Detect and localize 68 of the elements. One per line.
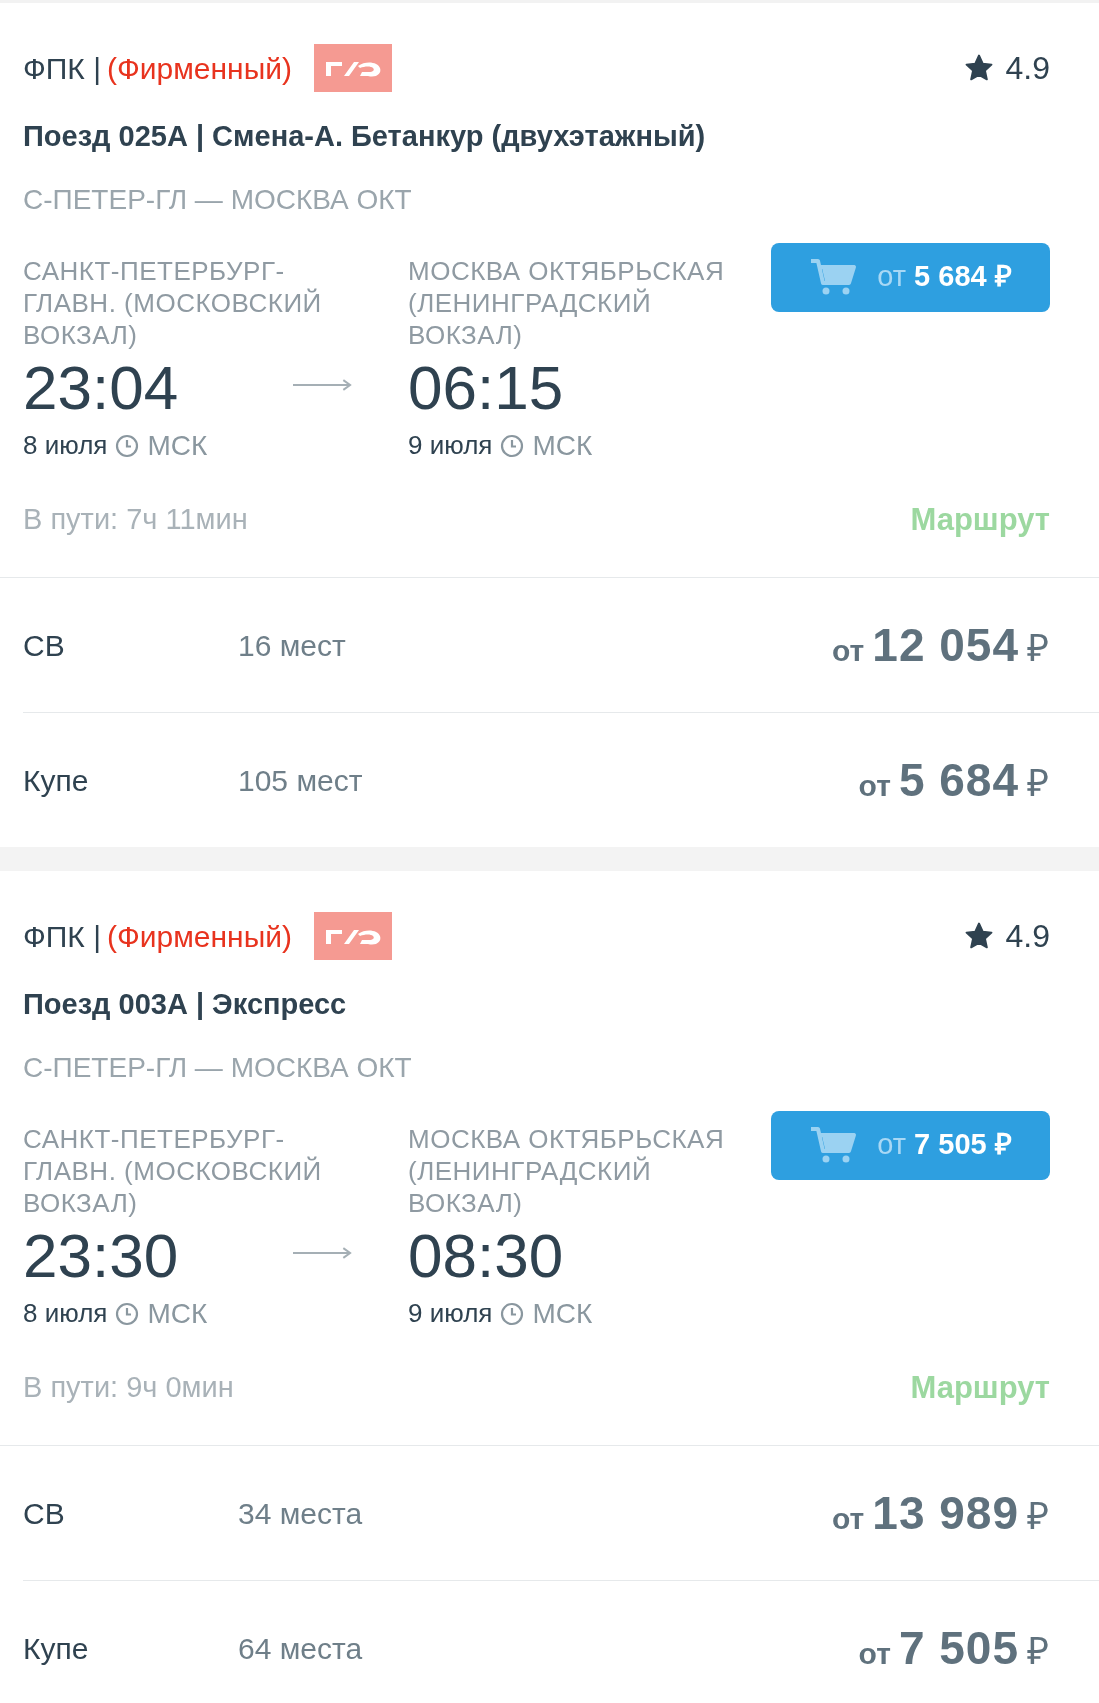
class-name: Купе	[23, 1630, 90, 1667]
rating: 4.9	[1005, 49, 1050, 88]
date: 9 июля	[408, 1297, 493, 1330]
button-price: 5 684 ₽	[914, 260, 1012, 293]
train-category: (Фирменный)	[107, 918, 292, 955]
price-prefix: от	[877, 1128, 907, 1161]
station-name: МОСКВА ОКТЯБРЬСКАЯ (ЛЕНИНГРАДСКИЙ ВОКЗАЛ)	[408, 1122, 726, 1219]
station-name: МОСКВА ОКТЯБРЬСКАЯ (ЛЕНИНГРАДСКИЙ ВОКЗАЛ)	[408, 254, 726, 351]
currency: ₽	[1027, 1493, 1049, 1539]
currency: ₽	[1027, 760, 1049, 806]
class-name: СВ	[23, 1495, 66, 1532]
carrier: ФПК |	[23, 918, 101, 955]
route-code: С-ПЕТЕР-ГЛ — МОСКВА ОКТ	[23, 182, 413, 217]
logo-icon	[314, 44, 392, 92]
time: 23:30	[23, 1222, 179, 1289]
price-prefix: от	[858, 1635, 891, 1672]
button-price: 7 505 ₽	[914, 1128, 1012, 1161]
station-name: САНКТ-ПЕТЕРБУРГ-ГЛАВН. (МОСКОВСКИЙ ВОКЗАЛ)	[23, 1122, 323, 1219]
logo-icon	[314, 912, 392, 960]
train-title: Поезд 003А | Экспресс	[23, 987, 348, 1022]
price-prefix: от	[877, 260, 907, 293]
station-name: САНКТ-ПЕТЕРБУРГ-ГЛАВН. (МОСКОВСКИЙ ВОКЗАЛ)	[23, 254, 323, 351]
class-row[interactable]: СВ 34 места от 13 989 ₽	[0, 1446, 1099, 1580]
star-icon	[963, 53, 994, 83]
cart-icon	[809, 1125, 858, 1165]
carrier: ФПК |	[23, 50, 101, 87]
time: 08:30	[408, 1222, 564, 1289]
rating: 4.9	[1005, 917, 1050, 956]
train-category: (Фирменный)	[107, 50, 292, 87]
clock-icon	[500, 1301, 525, 1326]
timezone: МСК	[147, 428, 208, 463]
class-name: Купе	[23, 762, 90, 799]
class-row[interactable]: СВ 16 мест от 12 054 ₽	[0, 578, 1099, 712]
class-price: 7 505	[898, 1620, 1019, 1676]
arrow-icon	[293, 377, 353, 392]
currency: ₽	[1027, 625, 1049, 671]
time: 06:15	[408, 354, 564, 421]
timezone: МСК	[147, 1296, 208, 1331]
train-title: Поезд 025А | Смена-А. Бетанкур (двухэтажный)	[23, 119, 707, 154]
travel-duration: В пути: 7ч 11мин	[23, 502, 248, 537]
clock-icon	[115, 1301, 140, 1326]
time: 23:04	[23, 354, 179, 421]
class-row[interactable]: Купе 105 мест от 5 684 ₽	[23, 713, 1099, 847]
timezone: МСК	[532, 1296, 593, 1331]
date: 9 июля	[408, 429, 493, 462]
seat-count: 16 мест	[238, 627, 346, 664]
route-code: С-ПЕТЕР-ГЛ — МОСКВА ОКТ	[23, 1050, 413, 1085]
class-price: 13 989	[872, 1485, 1019, 1541]
seat-count: 105 мест	[238, 762, 363, 799]
price-prefix: от	[832, 632, 865, 669]
cart-icon	[809, 257, 858, 297]
timezone: МСК	[532, 428, 593, 463]
price-prefix: от	[832, 1500, 865, 1537]
class-price: 5 684	[898, 752, 1019, 808]
class-row[interactable]: Купе 64 места от 7 505 ₽	[23, 1581, 1099, 1703]
clock-icon	[500, 433, 525, 458]
clock-icon	[115, 433, 140, 458]
currency: ₽	[1027, 1628, 1049, 1674]
price-prefix: от	[858, 767, 891, 804]
class-name: СВ	[23, 627, 66, 664]
arrow-icon	[293, 1245, 353, 1260]
travel-duration: В пути: 9ч 0мин	[23, 1370, 234, 1405]
seat-count: 64 места	[238, 1630, 363, 1667]
date: 8 июля	[23, 429, 108, 462]
star-icon	[963, 921, 994, 951]
date: 8 июля	[23, 1297, 108, 1330]
seat-count: 34 места	[238, 1495, 363, 1532]
class-price: 12 054	[872, 617, 1019, 673]
